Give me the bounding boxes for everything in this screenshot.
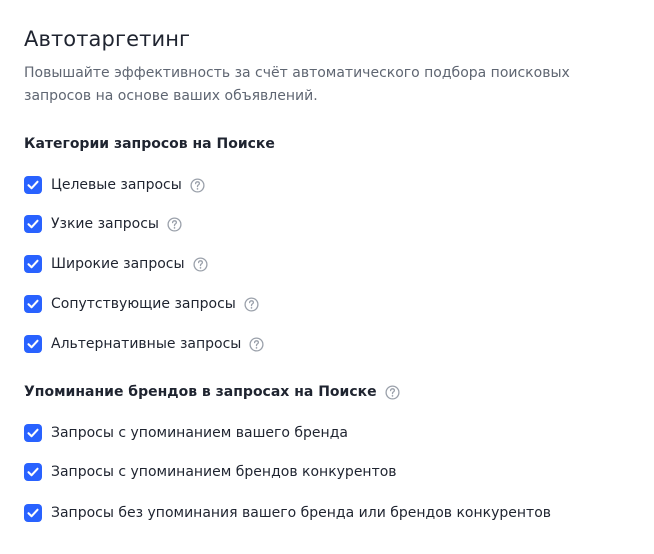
- checkbox-row-own-brand[interactable]: Запросы с упоминанием вашего бренда: [24, 423, 348, 443]
- checkbox-competitor-brands[interactable]: [24, 463, 42, 481]
- checkbox-related-queries[interactable]: [24, 295, 42, 313]
- checkmark-icon: [27, 467, 39, 477]
- checkbox-alternative-queries[interactable]: [24, 335, 42, 353]
- question-circle-icon[interactable]: [192, 256, 208, 272]
- checkmark-icon: [27, 508, 39, 518]
- checkbox-narrow-queries[interactable]: [24, 215, 42, 233]
- checkbox-label-competitor-brands: Запросы с упоминанием брендов конкуренто…: [51, 464, 397, 480]
- checkmark-icon: [27, 180, 39, 190]
- checkbox-row-related-queries[interactable]: Сопутствующие запросы: [24, 294, 259, 314]
- checkbox-row-no-brand[interactable]: Запросы без упоминания вашего бренда или…: [24, 503, 551, 523]
- checkbox-broad-queries[interactable]: [24, 255, 42, 273]
- question-circle-icon[interactable]: [167, 216, 182, 232]
- checkbox-label-alternative-queries: Альтернативные запросы: [51, 336, 242, 352]
- checkbox-target-queries[interactable]: [24, 176, 42, 194]
- question-circle-icon[interactable]: [249, 336, 264, 352]
- checkbox-row-broad-queries[interactable]: Широкие запросы: [24, 254, 208, 274]
- section-title-label: Упоминание брендов в запросах на Поиске: [24, 384, 377, 400]
- checkbox-row-narrow-queries[interactable]: Узкие запросы: [24, 214, 182, 234]
- checkbox-label-narrow-queries: Узкие запросы: [51, 216, 159, 232]
- checkmark-icon: [27, 428, 39, 438]
- checkbox-label-broad-queries: Широкие запросы: [51, 256, 185, 272]
- section-title-label: Категории запросов на Поиске: [24, 136, 275, 152]
- checkbox-label-related-queries: Сопутствующие запросы: [51, 296, 236, 312]
- checkmark-icon: [27, 339, 39, 349]
- checkmark-icon: [27, 299, 39, 309]
- question-circle-icon[interactable]: [385, 384, 400, 400]
- checkbox-row-alternative-queries[interactable]: Альтернативные запросы: [24, 334, 264, 354]
- checkbox-label-own-brand: Запросы с упоминанием вашего бренда: [51, 425, 348, 441]
- question-circle-icon[interactable]: [244, 296, 259, 312]
- checkbox-label-target-queries: Целевые запросы: [51, 177, 182, 193]
- section-title-search-categories: Категории запросов на Поиске: [24, 134, 275, 154]
- checkbox-no-brand[interactable]: [24, 504, 42, 522]
- page-title: Автотаргетинг: [24, 27, 191, 51]
- autotargeting-panel: Автотаргетинг Повышайте эффективность за…: [0, 0, 654, 554]
- checkbox-own-brand[interactable]: [24, 424, 42, 442]
- checkmark-icon: [27, 219, 39, 229]
- checkbox-label-no-brand: Запросы без упоминания вашего бренда или…: [51, 505, 552, 521]
- page-description: Повышайте эффективность за счёт автомати…: [24, 65, 570, 104]
- checkbox-row-competitor-brands[interactable]: Запросы с упоминанием брендов конкуренто…: [24, 462, 397, 482]
- question-circle-icon[interactable]: [190, 177, 205, 193]
- checkbox-row-target-queries[interactable]: Целевые запросы: [24, 175, 205, 195]
- checkmark-icon: [27, 259, 39, 269]
- section-title-brand-mentions: Упоминание брендов в запросах на Поиске: [24, 382, 400, 402]
